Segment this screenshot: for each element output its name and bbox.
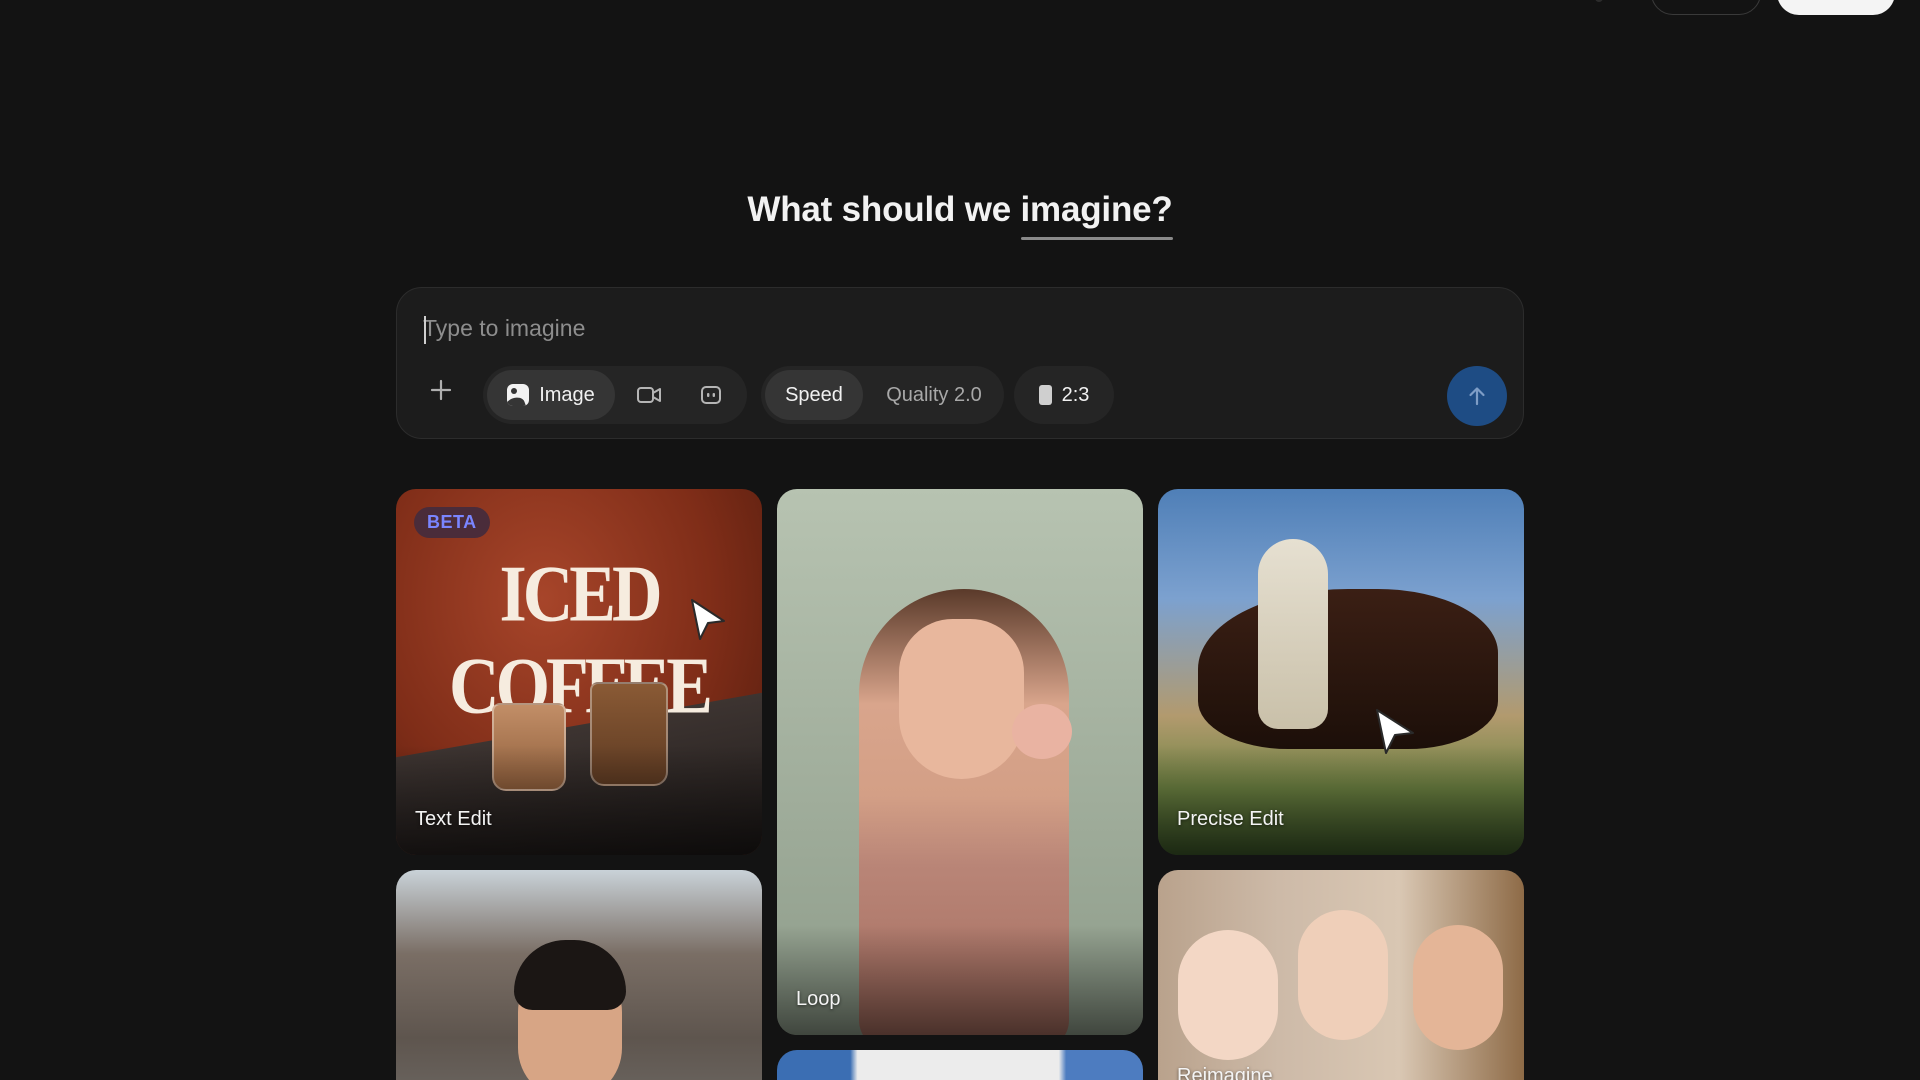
robot-icon	[701, 386, 721, 404]
card-artwork-face	[1298, 910, 1388, 1040]
arrow-up-icon	[1469, 387, 1485, 406]
quality-option[interactable]: Quality 2.0	[869, 370, 999, 420]
aspect-ratio-value: 2:3	[1061, 383, 1090, 406]
quality-selector: Speed Quality 2.0	[761, 366, 1004, 424]
gallery-card-reimagine[interactable]: Reimagine	[1158, 870, 1524, 1080]
page-heading: What should we imagine?	[0, 190, 1920, 240]
beta-badge: BETA	[414, 507, 490, 538]
card-artwork-face	[1413, 925, 1503, 1050]
card-label: Loop	[796, 988, 841, 1010]
add-attachment-button[interactable]	[417, 366, 465, 414]
card-artwork-flower	[1012, 704, 1072, 759]
mode-image-label: Image	[539, 383, 595, 406]
prompt-box: Image Speed Quality 2.0 2:3	[396, 287, 1524, 439]
top-primary-button[interactable]	[1777, 0, 1895, 15]
prompt-input[interactable]	[423, 310, 1423, 346]
gallery-card-loop[interactable]: Loop	[777, 489, 1143, 1035]
card-label: Precise Edit	[1177, 808, 1284, 830]
card-artwork-horse	[1198, 589, 1498, 749]
gallery-card-precise-edit[interactable]: Precise Edit	[1158, 489, 1524, 855]
mode-video-button[interactable]	[621, 370, 677, 420]
heading-highlight: imagine?	[1020, 190, 1173, 240]
top-bar-indicator	[1595, 0, 1603, 2]
video-camera-icon	[637, 387, 661, 403]
plus-icon	[430, 379, 452, 401]
aspect-ratio-selector[interactable]: 2:3	[1014, 366, 1114, 424]
speed-option[interactable]: Speed	[765, 370, 863, 420]
mode-selector: Image	[483, 366, 747, 424]
card-artwork-face	[899, 619, 1024, 779]
cursor-icon	[691, 599, 725, 640]
card-shade	[777, 925, 1143, 1035]
gallery-card-portrait[interactable]	[396, 870, 762, 1080]
gallery-card-text-edit[interactable]: ICED COFFEE BETA Text Edit	[396, 489, 762, 855]
card-artwork-hair	[514, 940, 626, 1010]
gallery-card-product[interactable]	[777, 1050, 1143, 1080]
mode-image-button[interactable]: Image	[487, 370, 615, 420]
card-label: Reimagine	[1177, 1065, 1273, 1080]
card-artwork-face	[1178, 930, 1278, 1060]
top-secondary-button[interactable]	[1651, 0, 1761, 15]
mode-character-button[interactable]	[683, 370, 739, 420]
send-button[interactable]	[1447, 366, 1507, 426]
card-shade	[396, 745, 762, 855]
card-artwork-rider	[1258, 539, 1328, 729]
portrait-ratio-icon	[1038, 385, 1052, 405]
card-label: Text Edit	[415, 808, 492, 830]
image-icon	[507, 384, 530, 406]
text-caret	[424, 316, 426, 344]
aspect-ratio-button[interactable]: 2:3	[1018, 370, 1110, 420]
card-shade	[1158, 745, 1524, 855]
heading-prefix: What should we	[747, 190, 1011, 229]
